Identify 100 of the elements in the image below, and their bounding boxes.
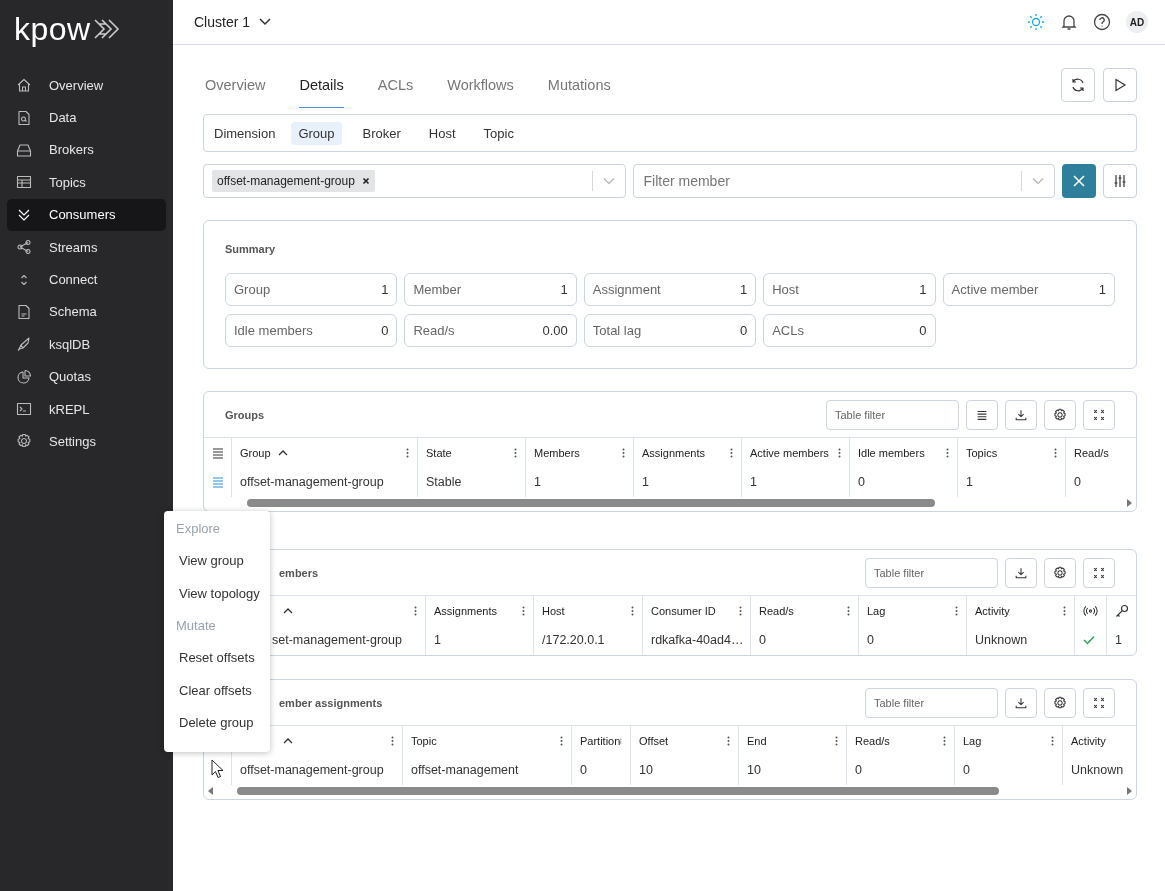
refresh-button[interactable] [1061, 68, 1095, 102]
table-filter-field[interactable]: Table filter [865, 687, 998, 718]
table-cell: 0 [1074, 475, 1081, 489]
nav-item[interactable]: Overview [7, 69, 166, 102]
column-header[interactable]: State [426, 446, 452, 459]
tab[interactable]: Workflows [447, 68, 514, 108]
expand-button[interactable] [1083, 557, 1115, 588]
column-header[interactable]: Consumer ID [651, 604, 716, 617]
column-header[interactable]: Group [240, 446, 271, 459]
tab[interactable]: Mutations [547, 68, 611, 108]
sort-ascending-icon[interactable] [283, 607, 293, 614]
help-icon[interactable] [1093, 13, 1111, 31]
column-header[interactable]: Idle members [858, 446, 925, 459]
tab[interactable]: Overview [205, 68, 266, 108]
table-cell: 1 [1115, 633, 1122, 647]
column-header[interactable]: Topics [966, 446, 998, 459]
document-search-icon [16, 109, 32, 126]
column-header[interactable]: Offset [639, 734, 669, 747]
clear-button[interactable] [1062, 164, 1096, 198]
sort-ascending-icon[interactable] [277, 449, 288, 456]
stat-value: 1 [739, 282, 748, 297]
column-header[interactable]: Partition [580, 734, 621, 747]
avatar[interactable]: AD [1126, 11, 1148, 33]
stat-label: Read/s [413, 323, 455, 338]
nav-item[interactable]: Topics [7, 166, 166, 199]
column-header[interactable]: Lag [867, 604, 886, 617]
column-header[interactable]: Host [542, 604, 565, 617]
table-cell: 1 [434, 633, 441, 647]
menu-item[interactable]: View group [176, 553, 270, 586]
scroll-left-icon[interactable] [208, 787, 214, 795]
play-button[interactable] [1103, 68, 1137, 102]
panel-title: Summary [225, 243, 277, 255]
download-button[interactable] [1005, 557, 1037, 588]
column-header[interactable]: Active members [750, 446, 829, 459]
column-header[interactable]: Topic [411, 734, 437, 747]
columns-button[interactable] [966, 399, 998, 430]
menu-item[interactable]: Reset offsets [176, 650, 270, 683]
logo-text: kpow [14, 13, 91, 45]
scroll-right-icon[interactable] [1126, 499, 1132, 507]
expand-button[interactable] [1083, 399, 1115, 430]
sun-icon[interactable] [1027, 13, 1045, 31]
column-header[interactable]: Activity [975, 604, 1010, 617]
nav-item[interactable]: ksqlDB [7, 328, 166, 361]
tab[interactable]: Details [299, 68, 344, 108]
table-cell: /172.20.0.1 [542, 633, 605, 647]
menu-item[interactable]: Delete group [176, 715, 270, 748]
settings-button[interactable] [1044, 687, 1076, 718]
table-cell: offset-management [411, 763, 519, 777]
settings-button[interactable] [1044, 399, 1076, 430]
nav-item[interactable]: Consumers [7, 198, 166, 231]
tab[interactable]: ACLs [377, 68, 414, 108]
table-filter-field[interactable]: Table filter [826, 399, 959, 430]
sort-ascending-icon[interactable] [283, 737, 293, 744]
column-header[interactable]: Read/s [855, 734, 890, 747]
nav-item[interactable]: Data [7, 101, 166, 134]
document-icon [16, 303, 32, 320]
nav-item[interactable]: Settings [7, 425, 166, 458]
expand-button[interactable] [1083, 687, 1115, 718]
download-icon [1014, 695, 1028, 710]
nav-item[interactable]: Schema [7, 295, 166, 329]
nav-item[interactable]: Connect [7, 263, 166, 296]
member-select[interactable]: Filter member [632, 164, 1055, 198]
table-filter-field[interactable]: Table filter [865, 557, 998, 588]
download-button[interactable] [1005, 399, 1037, 430]
dimension-option[interactable]: Broker [355, 121, 408, 145]
key-icon [1115, 603, 1129, 618]
sliders-button[interactable] [1103, 164, 1137, 198]
nav-item[interactable]: Brokers [7, 133, 166, 167]
table-cell: 10 [747, 763, 761, 777]
dimension-option[interactable]: Host [421, 121, 463, 145]
bell-icon[interactable] [1060, 13, 1078, 31]
scroll-right-icon[interactable] [1126, 787, 1132, 795]
columns-icon[interactable] [211, 446, 224, 459]
nav-item[interactable]: Quotas [7, 360, 166, 393]
column-header[interactable]: Assignments [642, 446, 705, 459]
column-header[interactable]: End [747, 734, 767, 747]
column-header[interactable]: Assignments [434, 604, 497, 617]
menu-heading: Explore [176, 521, 222, 538]
dimension-option[interactable]: Topic [476, 121, 521, 145]
dimension-option[interactable]: Group [291, 121, 342, 145]
column-header[interactable]: Lag [963, 734, 982, 747]
table-cell: Stable [426, 475, 462, 489]
nav-item[interactable]: Streams [7, 230, 166, 264]
group-chip[interactable]: offset-management-group [212, 170, 375, 192]
table-cell: Unknown [1071, 763, 1124, 777]
column-header[interactable]: Read/s [1074, 446, 1109, 459]
column-header[interactable]: Members [534, 446, 580, 459]
column-header[interactable]: Activity [1071, 734, 1106, 747]
group-select[interactable]: offset-management-group [203, 164, 626, 198]
mouse-pointer-icon [211, 759, 224, 779]
menu-item[interactable]: Clear offsets [176, 682, 270, 715]
column-header[interactable]: Read/s [759, 604, 794, 617]
menu-item[interactable]: View topology [176, 585, 270, 618]
table-cell: Unknown [975, 633, 1028, 647]
cluster-dropdown[interactable]: Cluster 1 [194, 14, 273, 30]
nav-item[interactable]: kREPL [7, 392, 166, 426]
remove-icon[interactable] [361, 177, 370, 185]
download-button[interactable] [1005, 687, 1037, 718]
settings-icon [1053, 407, 1067, 422]
settings-button[interactable] [1044, 557, 1076, 588]
